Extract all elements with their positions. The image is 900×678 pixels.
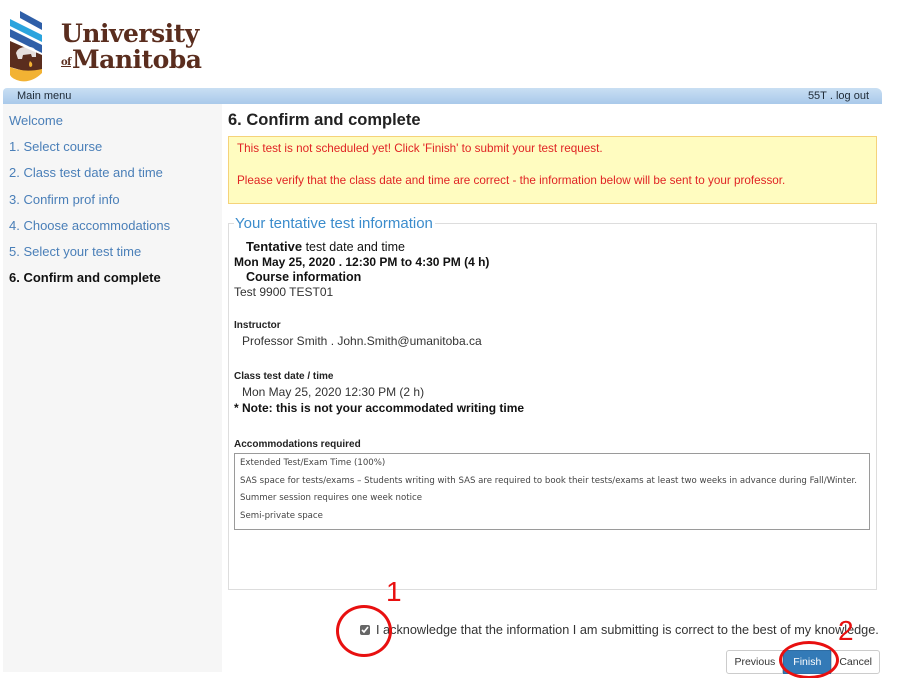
accommodation-item: SAS space for tests/exams – Students wri… xyxy=(240,476,857,486)
accommodation-item: Extended Test/Exam Time (100%) xyxy=(240,458,386,468)
tentative-rest: test date and time xyxy=(302,240,405,254)
university-logo[interactable]: University ofManitoba xyxy=(6,8,202,84)
alert-not-scheduled: This test is not scheduled yet! Click 'F… xyxy=(237,142,603,155)
user-area: 55T. log out xyxy=(808,90,869,102)
university-name: University ofManitoba xyxy=(61,18,202,74)
main-menu-label: Main menu xyxy=(17,90,72,102)
sidebar-link[interactable]: 2. Class test date and time xyxy=(9,165,163,180)
warning-alert: This test is not scheduled yet! Click 'F… xyxy=(228,136,877,204)
accommodations-section: Accommodations required Extended Test/Ex… xyxy=(234,439,871,530)
user-id: 55T xyxy=(807,90,827,102)
tentative-bold: Tentative xyxy=(246,239,303,254)
page-title: 6. Confirm and complete xyxy=(228,111,421,129)
sidebar-menu: Welcome 1. Select course 2. Class test d… xyxy=(3,104,222,293)
university-crest-icon xyxy=(10,11,42,82)
annotation-marker-1: 1 xyxy=(386,576,402,607)
sidebar-item-class-test-date[interactable]: 2. Class test date and time xyxy=(3,162,222,188)
test-info-legend: Your tentative test information xyxy=(235,215,433,232)
sidebar-item-select-course[interactable]: 1. Select course xyxy=(3,136,222,162)
accommodation-item: Semi-private space xyxy=(240,511,323,521)
sidebar-link[interactable]: 3. Confirm prof info xyxy=(9,192,120,207)
tentative-heading: Tentative test date and time xyxy=(234,239,871,254)
sidebar-link[interactable]: Welcome xyxy=(9,113,63,128)
tentative-date: Mon May 25, 2020 . 12:30 PM to 4:30 PM (… xyxy=(234,255,490,269)
class-time-section: Class test date / time Mon May 25, 2020 … xyxy=(234,371,871,415)
sidebar-item-test-time[interactable]: 5. Select your test time xyxy=(3,241,222,267)
sidebar-item-accommodations[interactable]: 4. Choose accommodations xyxy=(3,215,222,241)
annotation-marker-2: 2 xyxy=(838,615,854,646)
sidebar-link[interactable]: 5. Select your test time xyxy=(9,244,141,259)
sidebar-link[interactable]: 4. Choose accommodations xyxy=(9,218,170,233)
class-time-value: Mon May 25, 2020 12:30 PM (2 h) xyxy=(242,385,425,399)
separator: . xyxy=(829,90,833,102)
acknowledge-label: I acknowledge that the information I am … xyxy=(376,623,879,637)
accommodation-note: * Note: this is not your accommodated wr… xyxy=(234,401,525,415)
annotation-circle-1 xyxy=(336,605,392,657)
acknowledge-row[interactable]: I acknowledge that the information I am … xyxy=(360,623,879,637)
instructor-value: Professor Smith . John.Smith@umanitoba.c… xyxy=(242,334,482,348)
logout-link[interactable]: log out xyxy=(836,90,869,102)
logo-of: of xyxy=(61,56,71,68)
logo-manitoba: Manitoba xyxy=(71,44,202,74)
alert-verify: Please verify that the class date and ti… xyxy=(237,174,786,187)
main-content: 6. Confirm and complete This test is not… xyxy=(228,104,882,590)
sidebar-link[interactable]: 1. Select course xyxy=(9,139,102,154)
top-bar: Main menu 55T. log out xyxy=(3,88,882,104)
previous-button[interactable]: Previous xyxy=(726,650,784,674)
sidebar-active-label: 6. Confirm and complete xyxy=(9,270,161,286)
sidebar: Welcome 1. Select course 2. Class test d… xyxy=(3,104,222,672)
accommodation-item: Summer session requires one week notice xyxy=(240,493,423,503)
sidebar-item-confirm-prof[interactable]: 3. Confirm prof info xyxy=(3,189,222,215)
instructor-section: Instructor Professor Smith . John.Smith@… xyxy=(234,320,871,348)
sidebar-item-confirm-complete[interactable]: 6. Confirm and complete xyxy=(3,267,222,293)
course-value: Test 9900 TEST01 xyxy=(234,285,334,299)
test-info-fieldset: Your tentative test information Tentativ… xyxy=(228,215,877,590)
course-heading: Course information xyxy=(246,270,362,284)
logo-line2: ofManitoba xyxy=(61,44,202,74)
sidebar-item-welcome[interactable]: Welcome xyxy=(3,110,222,136)
accommodations-label: Accommodations required xyxy=(234,439,361,450)
class-time-label: Class test date / time xyxy=(234,371,334,382)
annotation-circle-2 xyxy=(779,641,839,678)
tentative-section: Tentative test date and time Mon May 25,… xyxy=(234,239,871,299)
logo-line1: University xyxy=(61,18,199,48)
accommodations-list: Extended Test/Exam Time (100%) SAS space… xyxy=(234,453,870,530)
instructor-label: Instructor xyxy=(234,320,281,331)
